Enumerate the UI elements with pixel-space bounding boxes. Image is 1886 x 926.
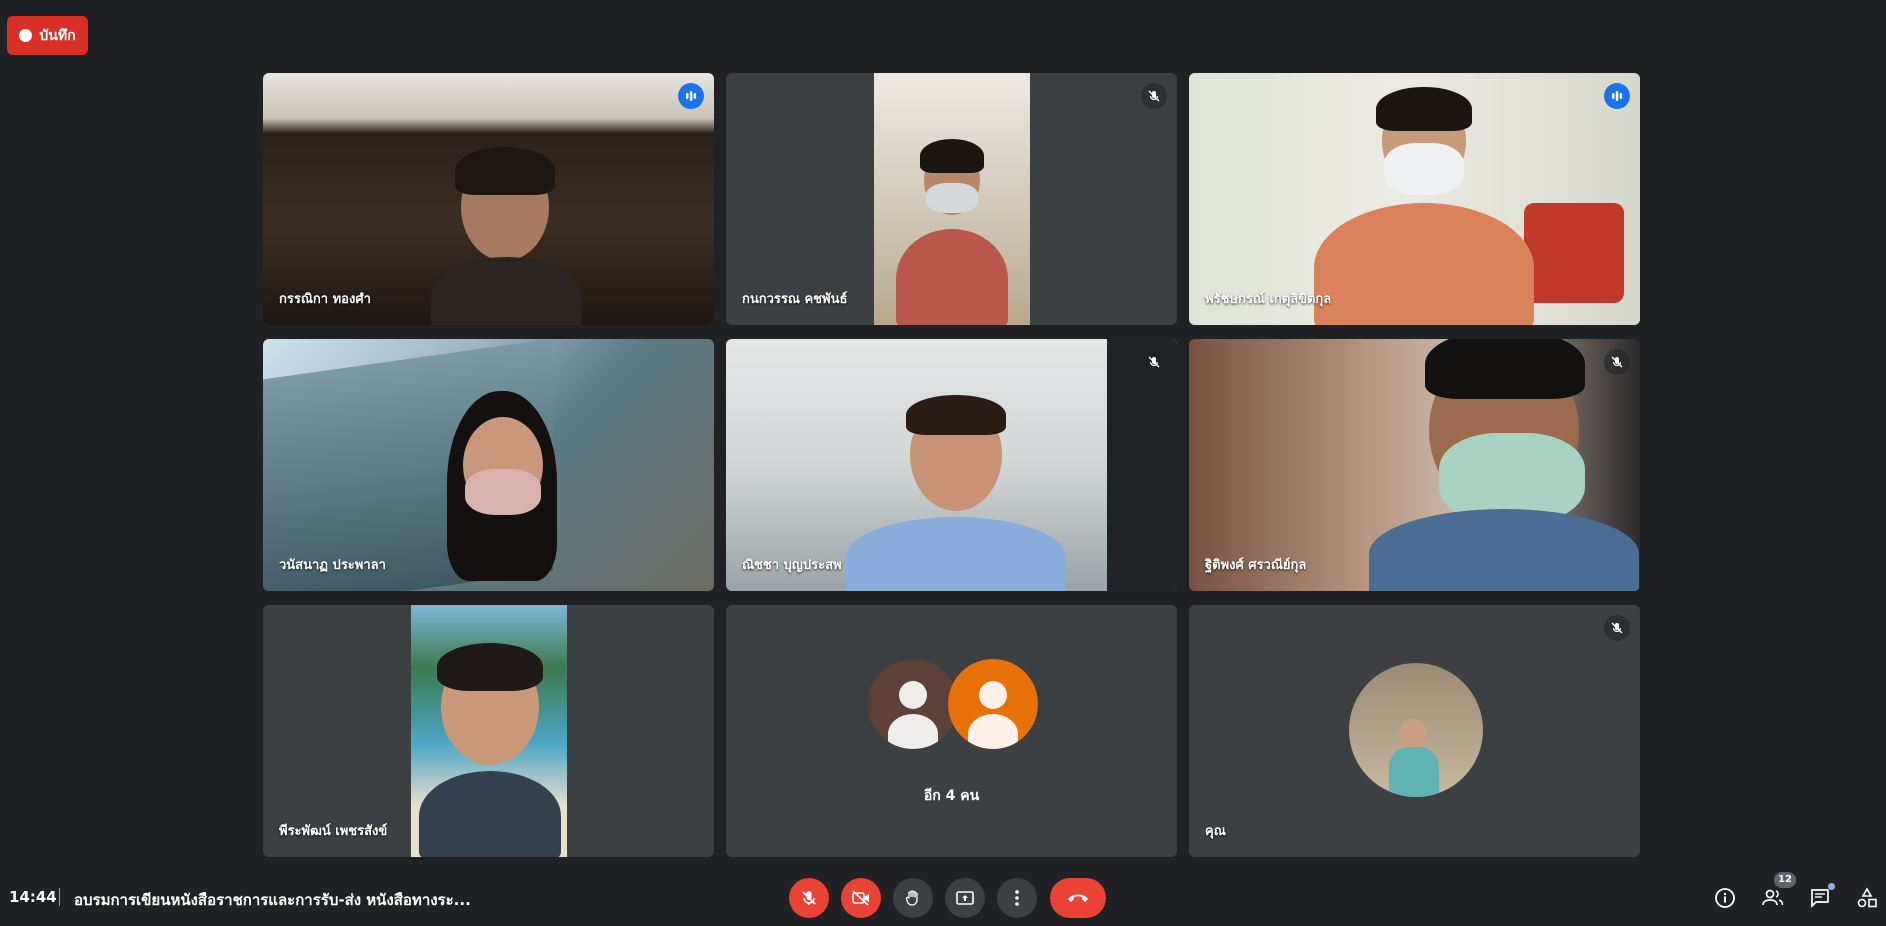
activities-icon (1857, 887, 1877, 908)
self-avatar (1349, 663, 1483, 797)
mic-off-icon (1604, 349, 1630, 375)
participant-name: กนกวรรณ คชพันธ์ (742, 292, 848, 307)
divider (59, 888, 60, 906)
activities-button[interactable] (1853, 884, 1881, 912)
participant-name: ณิชชา บุญประสพ (742, 558, 842, 573)
hand-icon (905, 890, 918, 906)
info-icon (1715, 888, 1735, 908)
participant-tile[interactable]: พีระพัฒน์ เพชรสังข์ (263, 605, 714, 857)
participant-name: กรรณิกา ทองศำ (279, 292, 371, 307)
call-end-icon (1068, 894, 1088, 902)
participant-tile[interactable]: ฐิติพงศ์ ศรวณีย์กุล (1189, 339, 1640, 591)
people-button[interactable] (1759, 884, 1787, 912)
participant-count-badge: 12 (1774, 872, 1796, 888)
bottom-toolbar: 14:44 อบรมการเขียนหนังสือราชการและการรับ… (0, 870, 1886, 926)
mic-off-icon (1141, 83, 1167, 109)
participant-video (873, 73, 1030, 325)
camera-toggle-button[interactable] (841, 878, 881, 918)
meeting-details-button[interactable] (1711, 884, 1739, 912)
video-grid: กรรณิกา ทองศำ กนกวรรณ คชพันธ์ พรัชษกรณ์ … (263, 73, 1640, 857)
participant-name: วนัสนาฏ ประพาลา (279, 558, 386, 573)
present-screen-icon (956, 891, 974, 905)
participant-tile[interactable]: ณิชชา บุญประสพ (726, 339, 1177, 591)
mic-off-icon (802, 891, 816, 905)
participant-tile[interactable]: วนัสนาฏ ประพาลา (263, 339, 714, 591)
participant-tile[interactable]: กนกวรรณ คชพันธ์ (726, 73, 1177, 325)
participant-name: คุณ (1205, 824, 1226, 839)
participant-avatar (868, 659, 958, 749)
videocam-off-icon (852, 890, 869, 906)
self-tile[interactable]: คุณ (1189, 605, 1640, 857)
participant-tile[interactable]: กรรณิกา ทองศำ (263, 73, 714, 325)
participant-name: ฐิติพงศ์ ศรวณีย์กุล (1205, 558, 1307, 573)
others-count-label: อีก 4 คน (923, 788, 980, 804)
others-tile[interactable]: อีก 4 คน (726, 605, 1177, 857)
meeting-title: อบรมการเขียนหนังสือราชการและการรับ-ส่ง ห… (74, 891, 471, 909)
mic-toggle-button[interactable] (789, 878, 829, 918)
chat-notification-dot (1828, 883, 1835, 890)
more-vert-icon (1015, 890, 1019, 906)
participant-avatar (948, 659, 1038, 749)
mic-off-icon (1141, 349, 1167, 375)
participant-tile[interactable]: พรัชษกรณ์ เกตุลิขิตกุล (1189, 73, 1640, 325)
people-icon (1762, 889, 1784, 906)
chat-icon (1811, 889, 1829, 909)
mic-off-icon (1604, 615, 1630, 641)
participant-name: พีระพัฒน์ เพชรสังข์ (279, 824, 388, 839)
leave-call-button[interactable] (1050, 878, 1106, 918)
recording-badge[interactable]: บันทึก (7, 16, 88, 55)
present-now-button[interactable] (945, 878, 985, 918)
speaking-indicator-icon (1604, 83, 1630, 109)
recording-label: บันทึก (39, 27, 76, 44)
participant-video (410, 605, 567, 857)
record-dot-icon (19, 29, 33, 42)
current-time: 14:44 (9, 888, 57, 906)
raise-hand-button[interactable] (893, 878, 933, 918)
speaking-indicator-icon (678, 83, 704, 109)
participant-name: พรัชษกรณ์ เกตุลิขิตกุล (1205, 292, 1332, 307)
more-options-button[interactable] (997, 878, 1037, 918)
